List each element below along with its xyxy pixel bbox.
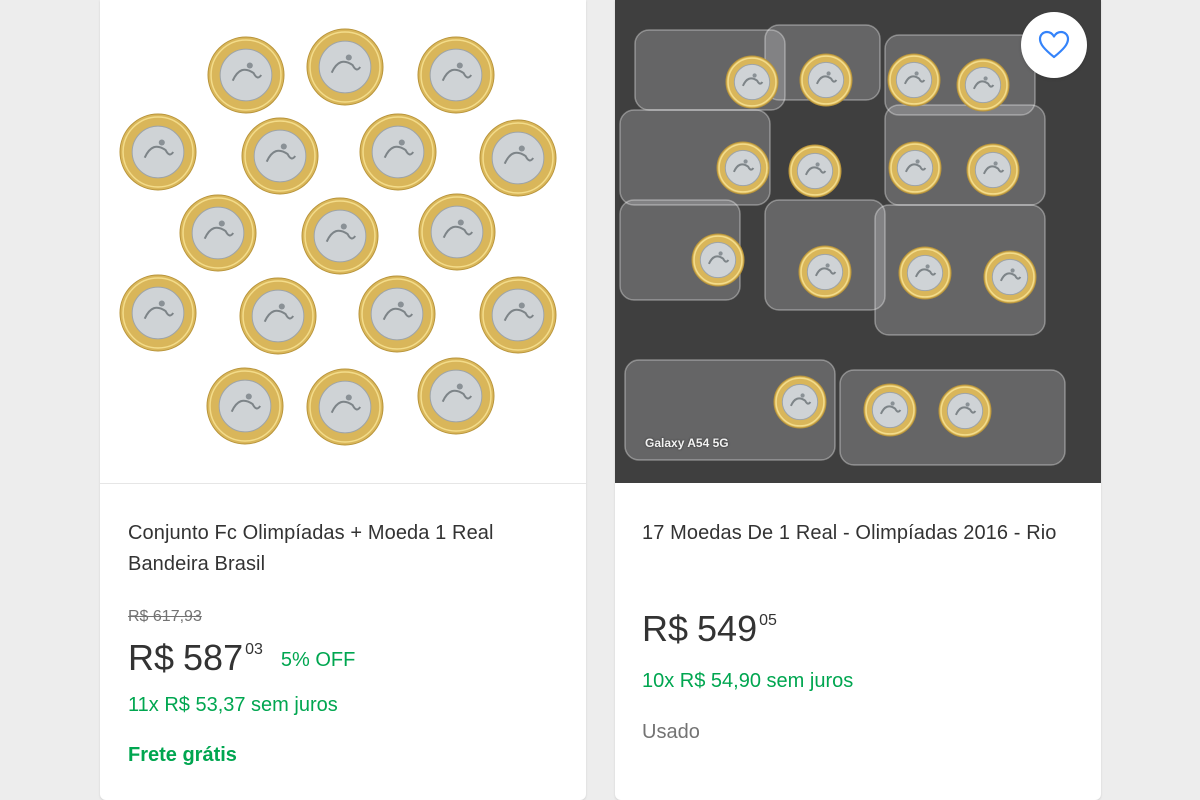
installments-info: 10x R$ 54,90 sem juros (642, 670, 854, 692)
coin (479, 276, 557, 354)
coin (179, 194, 257, 272)
favorite-button[interactable] (1021, 12, 1087, 78)
coin (898, 246, 952, 300)
coin (788, 144, 842, 198)
camera-watermark: Galaxy A54 5G (645, 436, 729, 450)
coin (207, 36, 285, 114)
price-cents: 05 (759, 612, 777, 629)
product-title[interactable]: Conjunto Fc Olimpíadas + Moeda 1 Real Ba… (128, 518, 568, 580)
installments-info: 11x R$ 53,37 sem juros (128, 694, 338, 716)
coin (359, 113, 437, 191)
price-integer: 549 (697, 608, 758, 649)
coin (691, 233, 745, 287)
coin (418, 193, 496, 271)
price-currency: R$ (642, 608, 689, 649)
coin (119, 113, 197, 191)
item-condition: Usado (642, 721, 700, 743)
coin (983, 250, 1037, 304)
coin (206, 367, 284, 445)
product-card[interactable]: Conjunto Fc Olimpíadas + Moeda 1 Real Ba… (100, 0, 586, 800)
coin (863, 383, 917, 437)
coin (938, 384, 992, 438)
price-cents: 03 (245, 641, 263, 658)
coin-set-photo[interactable] (100, 0, 586, 483)
coin (479, 119, 557, 197)
coin (966, 143, 1020, 197)
original-price: R$ 617,93 (128, 608, 202, 625)
price: R$ 549 05 (642, 607, 777, 651)
coin (119, 274, 197, 352)
coin (799, 53, 853, 107)
discount-badge: 5% OFF (280, 649, 356, 671)
coin (241, 117, 319, 195)
price-currency: R$ (128, 637, 175, 678)
coin (417, 36, 495, 114)
product-card[interactable]: Galaxy A54 5G 17 Moedas De 1 Real - Olim… (615, 0, 1101, 800)
product-image[interactable]: Galaxy A54 5G (615, 0, 1101, 483)
coin (798, 245, 852, 299)
coin (306, 28, 384, 106)
price: R$ 587 03 5% OFF (128, 636, 355, 680)
price-integer: 587 (183, 637, 244, 678)
coin (417, 357, 495, 435)
coin (956, 58, 1010, 112)
coin-bags-photo[interactable] (615, 0, 1101, 483)
coin (358, 275, 436, 353)
coin (301, 197, 379, 275)
free-shipping-label: Frete grátis (128, 744, 237, 766)
coin (773, 375, 827, 429)
coin (725, 55, 779, 109)
product-image[interactable] (100, 0, 586, 484)
coin (887, 53, 941, 107)
coin (239, 277, 317, 355)
heart-outline-icon (1038, 30, 1070, 59)
product-title[interactable]: 17 Moedas De 1 Real - Olimpíadas 2016 - … (642, 518, 1072, 549)
coin (888, 141, 942, 195)
coin (306, 368, 384, 446)
coin (716, 141, 770, 195)
